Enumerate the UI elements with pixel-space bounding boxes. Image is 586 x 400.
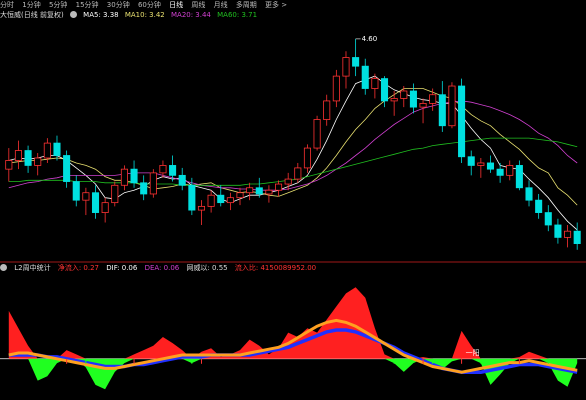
candle-body <box>5 160 13 170</box>
candle-body <box>130 168 138 184</box>
price-chart <box>5 38 581 250</box>
chart-canvas[interactable]: 4.60 一阳 <box>0 0 586 400</box>
candle-body <box>313 119 321 149</box>
candle-body <box>361 65 369 89</box>
candle-body <box>246 187 254 194</box>
candle-body <box>207 194 215 207</box>
candle-body <box>265 189 273 195</box>
candle-body <box>409 90 417 108</box>
candle-body <box>82 192 90 201</box>
indicator-marker: 一阳 <box>466 348 480 357</box>
candle-body <box>506 165 514 176</box>
ma-line-ma20 <box>8 100 578 191</box>
candle-body <box>554 224 562 238</box>
ma-line-ma60 <box>8 137 578 186</box>
candle-body <box>140 182 148 195</box>
candle-body <box>275 183 283 191</box>
candle-body <box>371 78 379 89</box>
candle-body <box>332 75 340 102</box>
candle-body <box>294 167 302 180</box>
candle-body <box>236 192 244 199</box>
candle-body <box>63 155 71 182</box>
candle-body <box>486 162 495 170</box>
candle-body <box>91 192 100 213</box>
candle-body <box>323 100 331 120</box>
candle-body <box>438 94 446 127</box>
candle-body <box>380 78 389 102</box>
candle-body <box>14 150 22 161</box>
candle-body <box>448 85 456 127</box>
candle-body <box>303 147 311 169</box>
candle-body <box>43 142 51 159</box>
candle-body <box>496 168 504 176</box>
candle-body <box>255 187 263 195</box>
candle-body <box>284 178 292 185</box>
candle-body <box>419 103 427 108</box>
candle-body <box>197 205 206 211</box>
candle-body <box>72 181 80 201</box>
candle-body <box>390 98 398 102</box>
candle-body <box>467 156 475 166</box>
candle-body <box>458 85 466 158</box>
candle-body <box>544 212 552 226</box>
high-price-marker: 4.60 <box>362 35 378 43</box>
candle-body <box>429 94 437 104</box>
inflow-area-positive <box>8 287 578 359</box>
candle-body <box>535 199 543 213</box>
candle-body <box>34 157 42 166</box>
indicator-chart <box>0 287 586 390</box>
candle-body <box>53 142 61 156</box>
candle-body <box>24 150 32 166</box>
candle-body <box>111 184 119 204</box>
candle-body <box>564 230 572 238</box>
candle-body <box>169 165 177 176</box>
candle-body <box>178 174 186 186</box>
candle-body <box>217 194 225 204</box>
candle-body <box>149 172 157 195</box>
candle-body <box>159 165 167 174</box>
candle-body <box>226 197 234 204</box>
candle-body <box>120 168 128 186</box>
candle-body <box>342 57 350 77</box>
candle-body <box>573 230 581 244</box>
candle-body <box>188 184 196 211</box>
candle-body <box>400 90 408 99</box>
candle-body <box>477 162 485 166</box>
candle-body <box>101 202 109 213</box>
candle-body <box>352 57 360 67</box>
candle-body <box>525 187 533 201</box>
candle-body <box>515 165 523 189</box>
